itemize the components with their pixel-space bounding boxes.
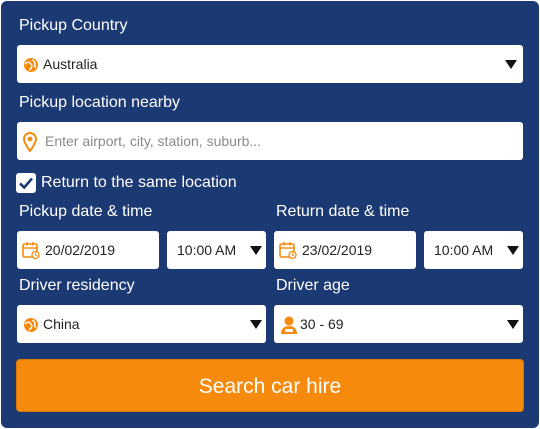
same-location-label[interactable]: Return to the same location bbox=[41, 173, 237, 193]
chevron-down-icon bbox=[250, 246, 262, 255]
pickup-datetime-label: Pickup date & time bbox=[19, 203, 153, 220]
pickup-location-label: Pickup location nearby bbox=[19, 94, 180, 111]
chevron-down-icon bbox=[250, 320, 262, 329]
pickup-country-label: Pickup Country bbox=[19, 17, 128, 34]
pickup-location-field[interactable]: Enter airport, city, station, suburb... bbox=[17, 122, 523, 160]
return-time-value: 10:00 AM bbox=[434, 242, 494, 258]
pickup-location-input[interactable]: Enter airport, city, station, suburb... bbox=[45, 132, 261, 150]
chevron-down-icon bbox=[505, 60, 517, 69]
chevron-down-icon bbox=[507, 320, 519, 329]
return-date-field[interactable]: 23/02/2019 bbox=[274, 231, 416, 269]
driver-age-value: 30 - 69 bbox=[300, 316, 344, 332]
same-location-checkbox[interactable] bbox=[16, 173, 36, 193]
chevron-down-icon bbox=[507, 246, 519, 255]
pickup-country-select[interactable]: Australia bbox=[17, 45, 523, 83]
search-car-hire-button[interactable]: Search car hire bbox=[16, 359, 524, 412]
pickup-date-value: 20/02/2019 bbox=[45, 242, 116, 258]
return-datetime-label: Return date & time bbox=[276, 203, 410, 220]
pickup-country-value: Australia bbox=[43, 56, 98, 72]
globe-icon bbox=[23, 317, 39, 338]
return-time-select[interactable]: 10:00 AM bbox=[424, 231, 523, 269]
pickup-date-field[interactable]: 20/02/2019 bbox=[17, 231, 159, 269]
pickup-time-value: 10:00 AM bbox=[177, 242, 237, 258]
driver-age-label: Driver age bbox=[276, 277, 350, 294]
car-hire-search-form: Pickup Country Australia Pickup location… bbox=[1, 1, 539, 428]
driver-age-select[interactable]: 30 - 69 bbox=[274, 305, 523, 343]
location-pin-icon bbox=[22, 131, 38, 157]
calendar-icon bbox=[279, 241, 297, 264]
driver-residency-value: China bbox=[43, 316, 80, 332]
globe-icon bbox=[23, 57, 39, 78]
driver-residency-label: Driver residency bbox=[19, 277, 135, 294]
pickup-time-select[interactable]: 10:00 AM bbox=[167, 231, 266, 269]
driver-residency-select[interactable]: China bbox=[17, 305, 266, 343]
calendar-icon bbox=[22, 241, 40, 264]
checkmark-icon bbox=[19, 177, 33, 190]
person-icon bbox=[280, 315, 298, 340]
return-date-value: 23/02/2019 bbox=[302, 242, 373, 258]
